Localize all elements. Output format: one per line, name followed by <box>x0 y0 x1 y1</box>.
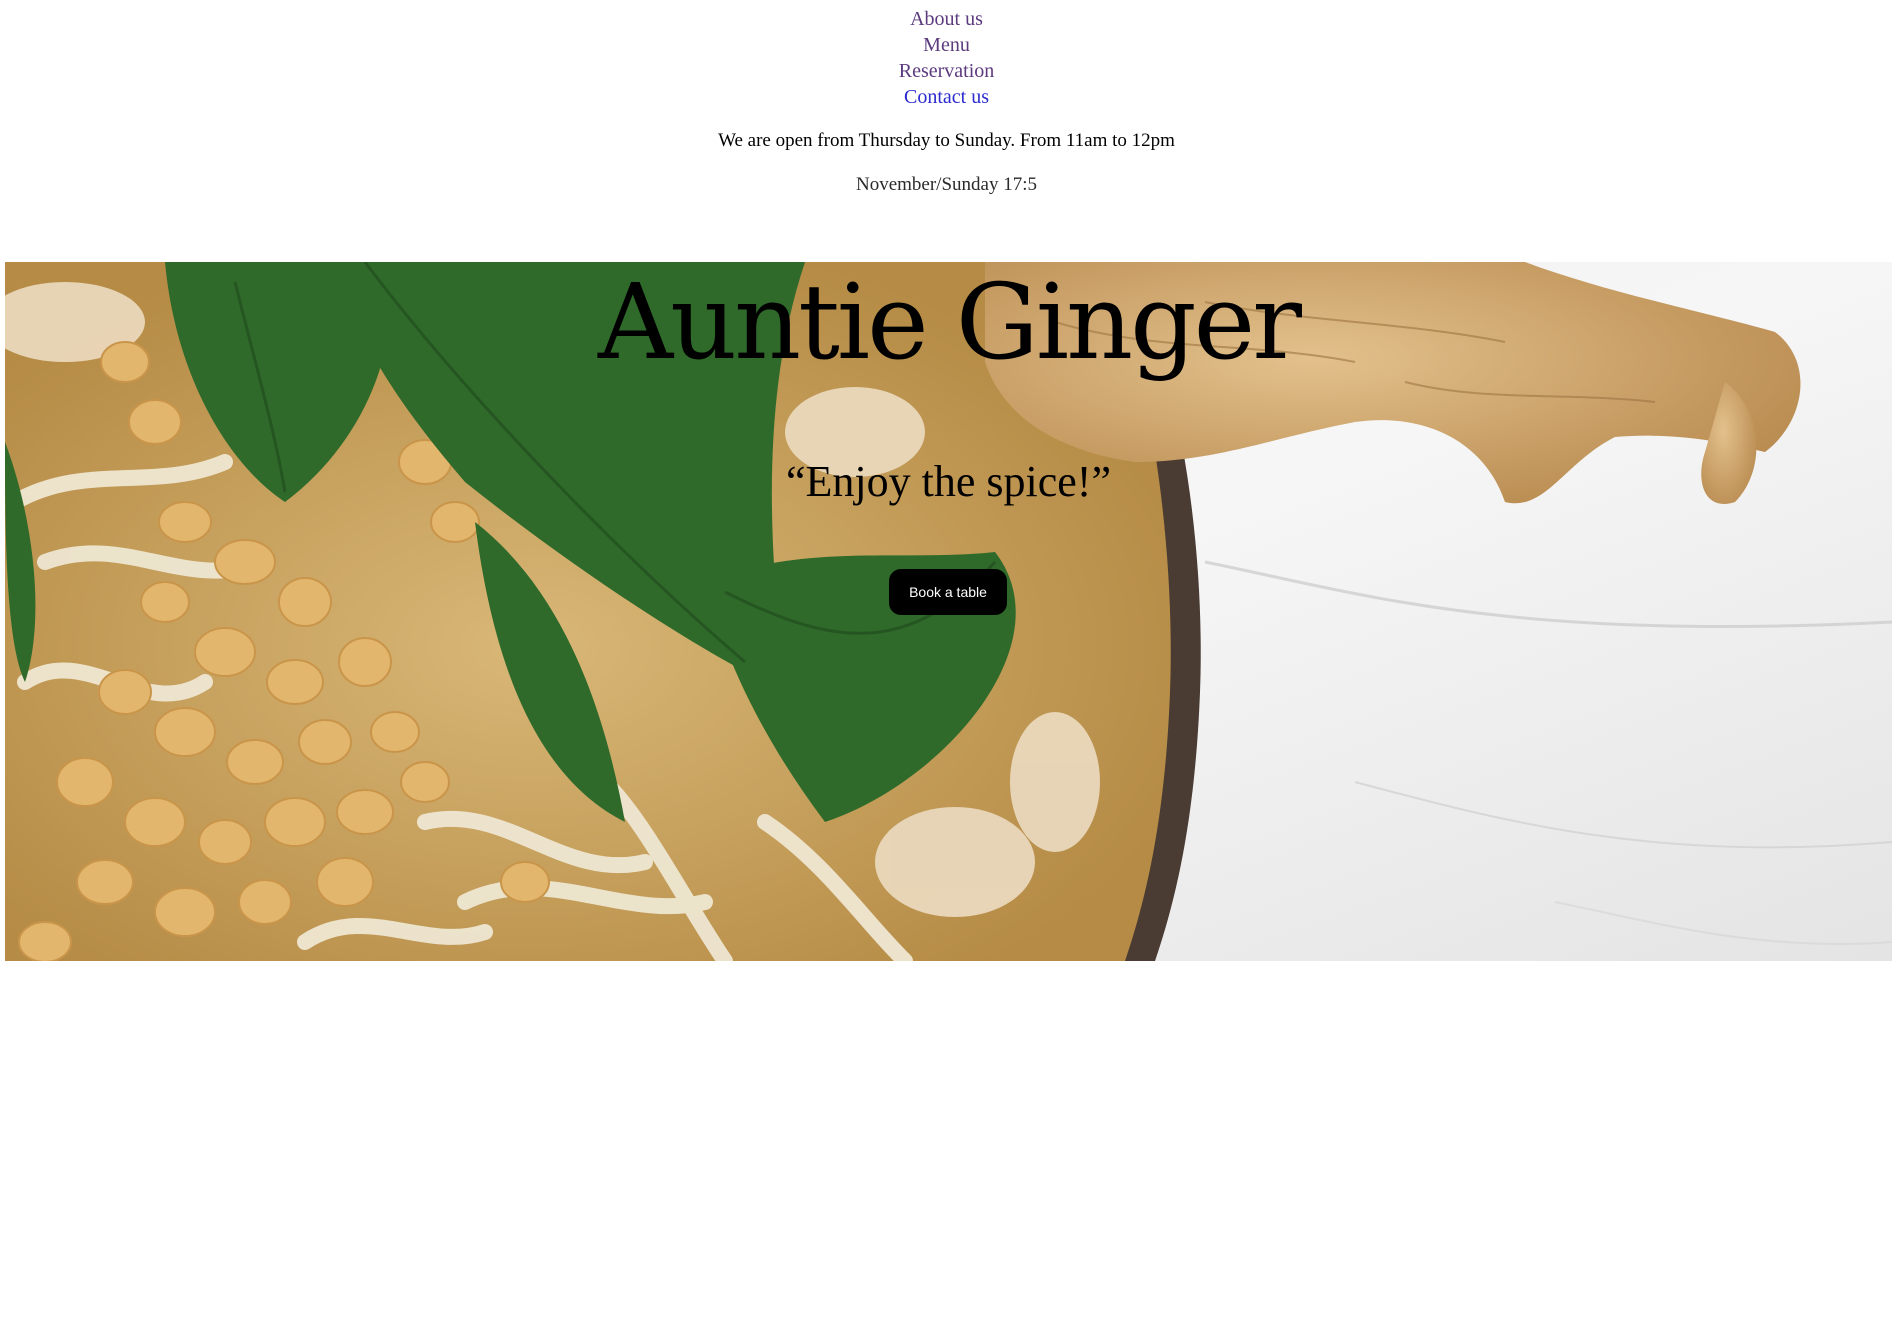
nav-link-contact[interactable]: Contact us <box>0 84 1893 110</box>
page: About us Menu Reservation Contact us We … <box>0 0 1893 1322</box>
hero-banner: Auntie Ginger “Enjoy the spice!” Book a … <box>5 262 1892 961</box>
current-datetime: November/Sunday 17:5 <box>855 174 1037 195</box>
nav-link-about[interactable]: About us <box>0 6 1893 32</box>
nav-link-reservation[interactable]: Reservation <box>0 58 1893 84</box>
restaurant-name: Auntie Ginger <box>598 262 1302 383</box>
top-nav: About us Menu Reservation Contact us <box>0 6 1893 110</box>
opening-hours: We are open from Thursday to Sunday. Fro… <box>718 130 1175 151</box>
book-table-button[interactable]: Book a table <box>889 569 1007 615</box>
nav-link-menu[interactable]: Menu <box>0 32 1893 58</box>
tagline: “Enjoy the spice!” <box>786 457 1111 506</box>
